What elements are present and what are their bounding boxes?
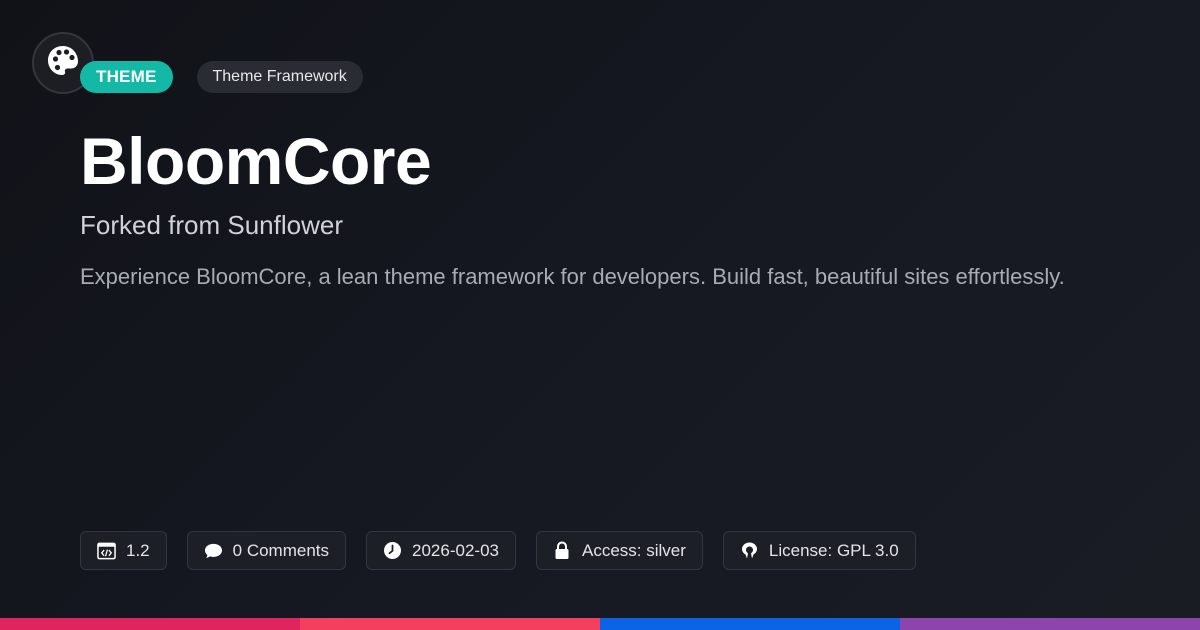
lock-icon (553, 541, 572, 560)
subtitle: Forked from Sunflower (80, 210, 343, 240)
license-label: License: GPL 3.0 (768, 540, 899, 560)
category-badge: Theme Framework (196, 61, 363, 93)
comments-label: 0 Comments (232, 540, 330, 560)
palette-icon (45, 43, 81, 84)
version-pill: 1.2 (80, 531, 167, 570)
type-badge: THEME (80, 61, 173, 93)
speech-bubble-icon (204, 541, 223, 560)
code-window-icon (97, 541, 116, 560)
page-title: BloomCore (80, 124, 432, 198)
date-label: 2026-02-03 (412, 540, 499, 560)
version-label: 1.2 (126, 540, 150, 560)
access-pill: Access: silver (535, 531, 703, 570)
clock-icon (383, 541, 402, 560)
theme-card: THEME Theme Framework BloomCore Forked f… (0, 0, 1200, 630)
color-stripe (0, 618, 1200, 630)
date-pill: 2026-02-03 (366, 531, 516, 570)
stripe-segment (900, 618, 1200, 630)
description: Experience BloomCore, a lean theme frame… (80, 264, 1065, 289)
meta-row: 1.2 0 Comments 2026-02-03 Access: silver… (80, 531, 916, 570)
stripe-segment (600, 618, 900, 630)
badge-row: THEME Theme Framework (80, 61, 363, 93)
comments-pill: 0 Comments (186, 531, 347, 570)
access-label: Access: silver (581, 540, 686, 560)
stripe-segment (0, 618, 300, 630)
stripe-segment (300, 618, 600, 630)
license-pill: License: GPL 3.0 (722, 531, 916, 570)
open-source-icon (740, 541, 759, 560)
